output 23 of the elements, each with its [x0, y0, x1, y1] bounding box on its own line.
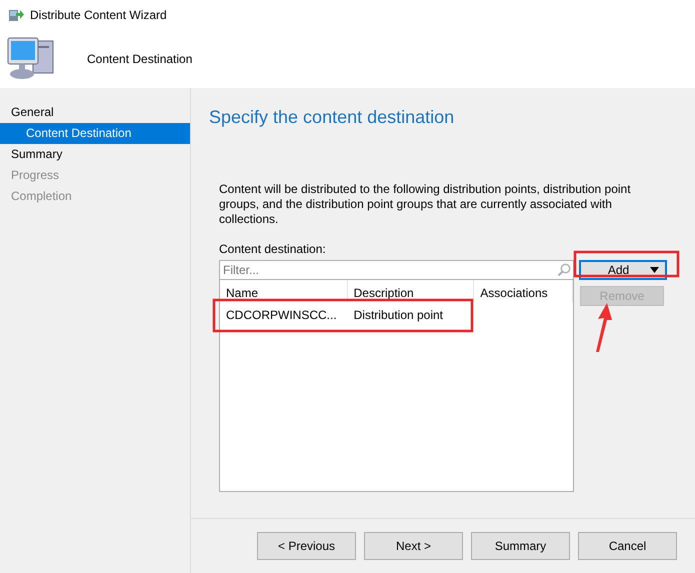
page-heading: Specify the content destination [209, 106, 456, 129]
filter-field[interactable]: Filter... [219, 260, 574, 280]
wizard-step[interactable]: Summary [0, 144, 190, 165]
wizard-icon [8, 7, 24, 23]
wizard-step[interactable]: General [0, 102, 190, 123]
search-icon [557, 263, 571, 277]
computer-icon [7, 36, 55, 82]
table-cell-text: Distribution point [352, 307, 444, 324]
column-header[interactable]: Associations [474, 280, 574, 302]
caret-icon [650, 267, 659, 273]
wizard-step[interactable]: Content Destination [0, 123, 190, 144]
wizard-button[interactable]: < Previous [257, 532, 356, 560]
column-header[interactable]: Name [220, 280, 348, 302]
wizard-button[interactable]: Summary [471, 532, 570, 560]
wizard-button[interactable]: Next > [364, 532, 463, 560]
wizard-button[interactable]: Cancel [578, 532, 677, 560]
window-title: Distribute Content Wizard [30, 7, 167, 24]
table-cell-text: CDCORPWINSCC... [225, 307, 338, 324]
field-label: Content destination: [219, 241, 327, 258]
column-header[interactable]: Description [348, 280, 474, 302]
page-title: Content Destination [87, 51, 192, 68]
description-text: Content will be distributed to the following distribution points, distribution point groups, and the distribution point groups that are currently associated with collections. [219, 182, 632, 227]
annotation-arrow [596, 303, 612, 352]
